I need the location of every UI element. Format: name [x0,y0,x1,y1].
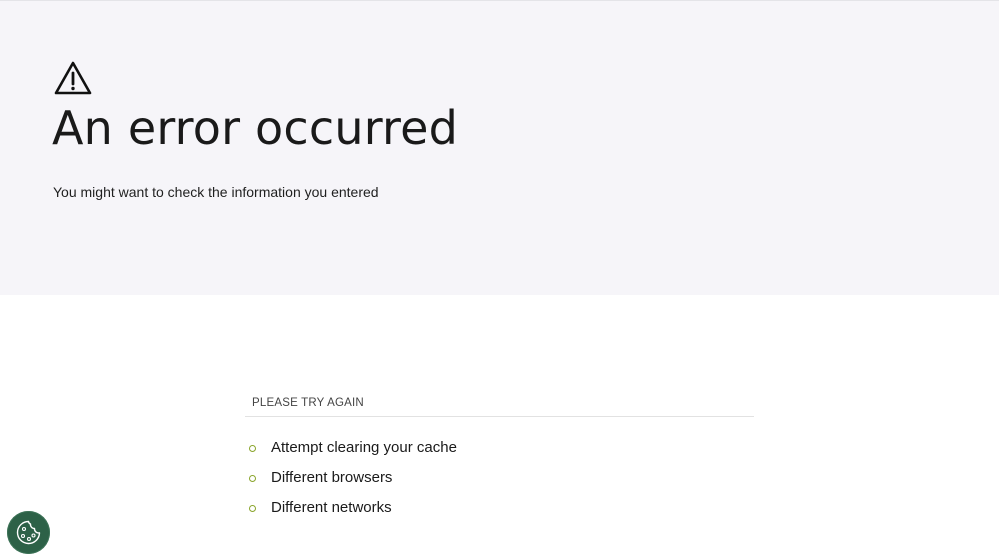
error-hero: An error occurred You might want to chec… [0,0,999,295]
tip-text: Attempt clearing your cache [271,439,457,456]
warning-triangle-icon [54,61,92,95]
tip-text: Different browsers [271,469,393,486]
tip-text: Different networks [271,499,392,516]
bullet-icon [249,445,256,452]
bullet-icon [249,475,256,482]
retry-heading: PLEASE TRY AGAIN [245,393,754,417]
cookie-settings-button[interactable] [7,511,50,554]
retry-section: PLEASE TRY AGAIN Attempt clearing your c… [245,393,754,516]
page-title: An error occurred [52,101,459,155]
bullet-icon [249,505,256,512]
cookie-icon [16,520,41,545]
error-message: You might want to check the information … [53,184,379,200]
